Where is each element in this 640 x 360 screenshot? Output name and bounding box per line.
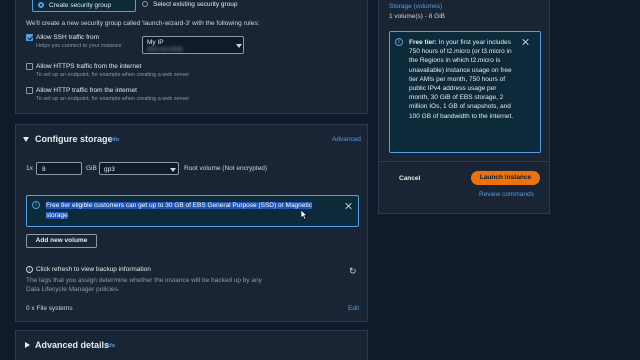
https-checkbox[interactable] <box>26 63 33 70</box>
expand-caret-icon[interactable] <box>23 137 29 142</box>
cancel-button[interactable]: Cancel <box>399 175 420 182</box>
select-sg-label: Select existing security group <box>153 1 238 8</box>
backup-title: Click refresh to view backup information <box>36 266 151 273</box>
free-tier-title: Free tier: <box>409 39 437 46</box>
launch-instance-button[interactable]: Launch instance <box>471 171 540 185</box>
root-volume-label: Root volume (Not encrypted) <box>184 165 268 172</box>
free-tier-summary-text: Free tier: In your first year includes 7… <box>409 38 517 121</box>
volume-size-input[interactable]: 8 <box>36 162 82 175</box>
advanced-details-title[interactable]: Advanced details <box>35 340 109 350</box>
http-label: Allow HTTP traffic from the internet <box>36 87 137 94</box>
file-systems-edit-link[interactable]: Edit <box>348 305 359 312</box>
ssh-label: Allow SSH traffic from <box>36 34 100 41</box>
http-checkbox[interactable] <box>26 87 33 94</box>
create-sg-radio[interactable] <box>38 2 44 8</box>
review-commands-link[interactable]: Review commands <box>479 191 534 198</box>
https-label: Allow HTTPS traffic from the internet <box>36 63 142 70</box>
free-tier-storage-text-span: Free tier eligible customers can get up … <box>46 202 312 219</box>
refresh-icon[interactable]: ↻ <box>349 266 357 277</box>
storage-volumes-value: 1 volume(s) - 8 GiB <box>389 13 445 20</box>
ssh-source-value: My IP <box>147 39 164 46</box>
https-help: To set up an endpoint, for example when … <box>36 72 190 78</box>
file-systems-label: 0 x File systems <box>26 305 73 312</box>
add-new-volume-label: Add new volume <box>35 237 88 244</box>
volume-type-value: gp3 <box>104 166 115 173</box>
close-icon[interactable] <box>345 202 353 210</box>
backup-description: The tags that you assign determine wheth… <box>26 277 262 293</box>
chevron-down-icon <box>170 168 176 172</box>
free-tier-storage-alert: i Free tier eligible customers can get u… <box>26 195 359 227</box>
create-sg-label: Create security group <box>49 2 112 9</box>
free-tier-summary-alert: i Free tier: In your first year includes… <box>389 31 541 153</box>
summary-divider <box>379 161 549 162</box>
volume-size-value: 8 <box>42 166 46 173</box>
ssh-source-select[interactable]: My IP 203.0.113.25/32 <box>142 36 244 54</box>
info-icon: i <box>395 38 403 46</box>
advanced-details-panel: Advanced details Info <box>15 330 368 360</box>
free-tier-body: In your first year includes 750 hours of… <box>409 39 514 120</box>
network-settings-panel: Create security group Select existing se… <box>15 0 368 114</box>
storage-advanced-link[interactable]: Advanced <box>332 136 361 143</box>
add-new-volume-button[interactable]: Add new volume <box>26 234 97 248</box>
volume-type-select[interactable]: gp3 <box>99 162 179 175</box>
advanced-details-info-link[interactable]: Info <box>105 343 115 349</box>
http-help: To set up an endpoint, for example when … <box>36 96 190 102</box>
select-existing-sg-option[interactable]: Select existing security group <box>138 0 268 12</box>
ssh-source-ip: 203.0.113.25/32 <box>147 47 183 53</box>
volume-unit: GiB <box>86 165 97 172</box>
storage-volumes-link[interactable]: Storage (volumes) <box>389 3 442 10</box>
mouse-cursor-icon <box>301 210 308 220</box>
volume-count: 1x <box>26 165 33 172</box>
sg-description: We'll create a new security group called… <box>26 20 260 27</box>
launch-instance-label: Launch instance <box>479 174 532 181</box>
create-security-group-option[interactable]: Create security group <box>32 0 136 12</box>
ssh-checkbox[interactable] <box>26 34 33 41</box>
storage-title: Configure storage <box>35 134 113 144</box>
select-sg-radio[interactable] <box>142 1 148 7</box>
storage-info-link[interactable]: Info <box>109 137 119 143</box>
ssh-help: Helps you connect to your instance <box>36 43 122 49</box>
configure-storage-panel: Configure storage Info Advanced 1x 8 GiB… <box>15 124 368 322</box>
summary-panel: Storage (volumes) 1 volume(s) - 8 GiB i … <box>378 0 550 214</box>
info-circle-icon: i <box>26 266 33 273</box>
expand-caret-icon[interactable] <box>25 342 30 348</box>
free-tier-storage-text: Free tier eligible customers can get up … <box>46 201 321 220</box>
chevron-down-icon <box>236 44 242 48</box>
info-icon: i <box>32 201 40 209</box>
close-icon[interactable] <box>522 38 530 46</box>
